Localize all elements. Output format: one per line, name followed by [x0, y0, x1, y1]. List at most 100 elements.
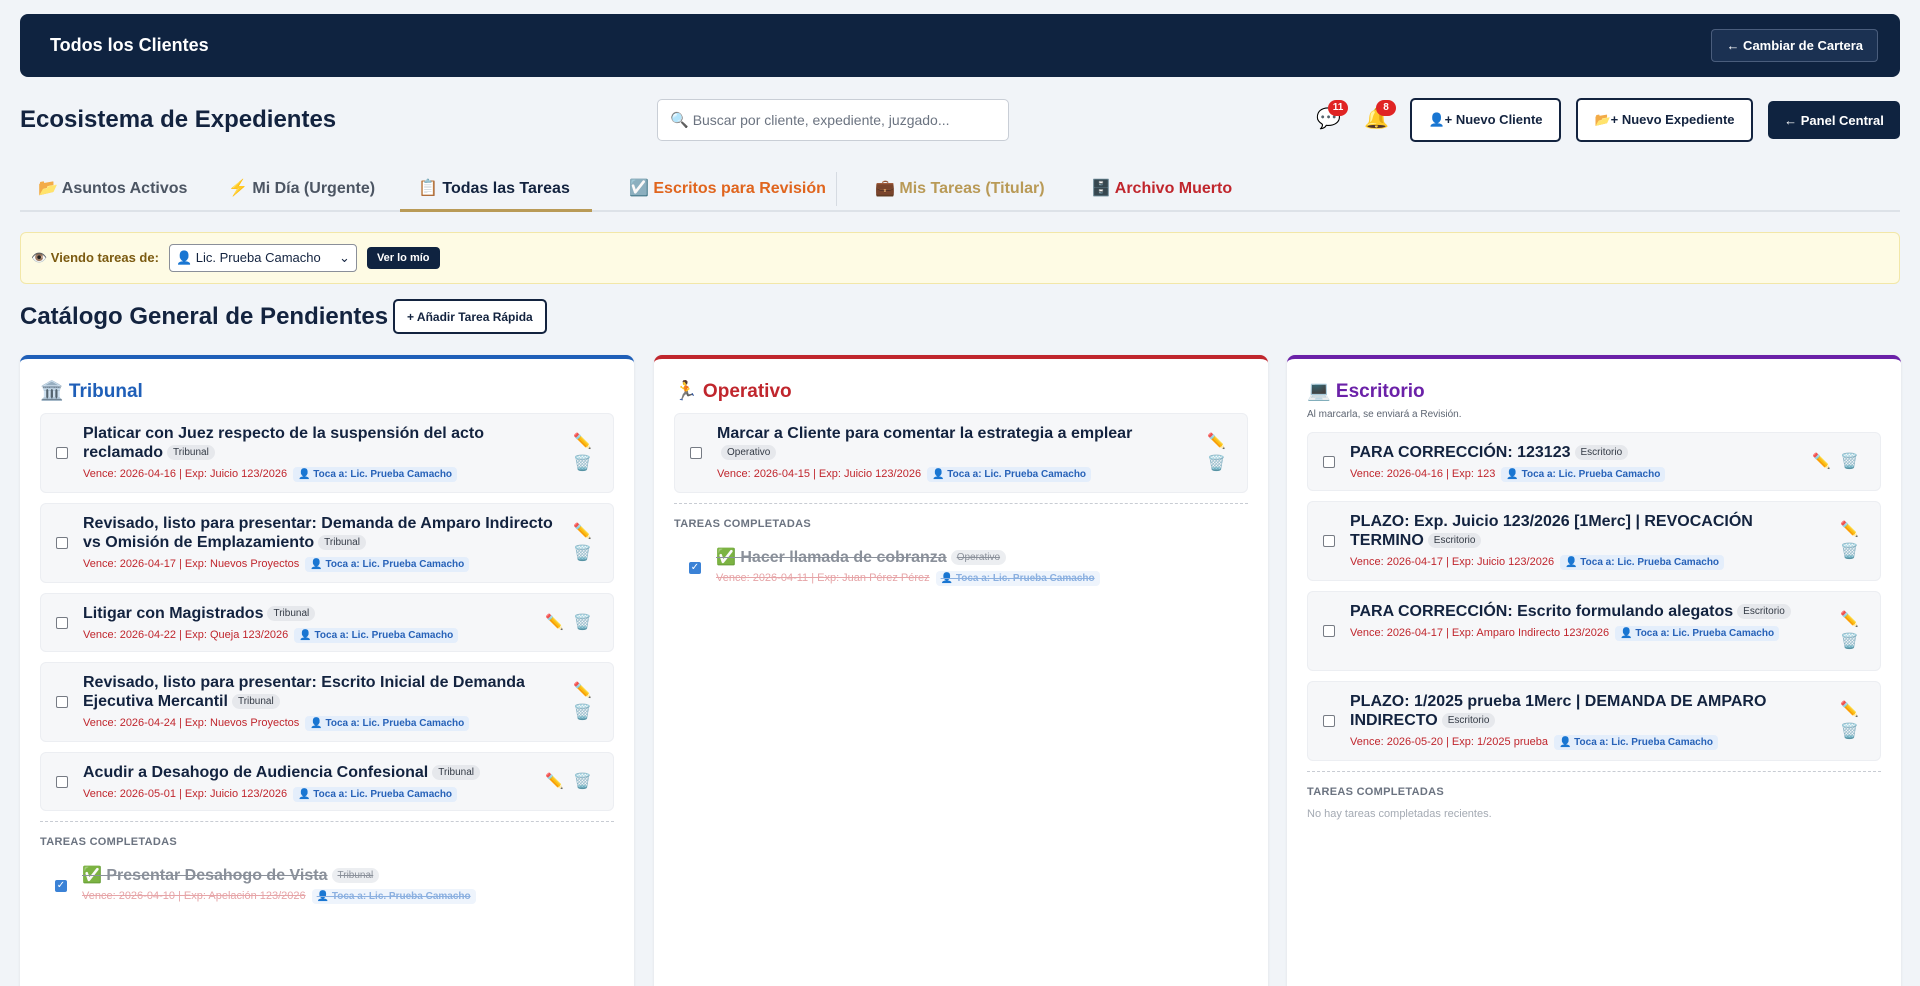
pencil-icon[interactable]: ✏️ [545, 614, 564, 632]
pencil-icon[interactable]: ✏️ [573, 433, 592, 451]
task-checkbox[interactable] [1323, 535, 1335, 547]
task-meta: Vence: 2026-04-17 | Exp: Amparo Indirect… [1350, 625, 1820, 641]
assignee-badge: 👤 Toca a: Lic. Prueba Camacho [935, 571, 1100, 586]
trash-icon[interactable]: 🗑️ [1840, 723, 1859, 741]
tab-all-tasks[interactable]: 📋 Todas las Tareas [400, 166, 592, 212]
task-checkbox[interactable] [1323, 625, 1335, 637]
task-tag: Escritorio [1427, 533, 1482, 549]
pencil-icon[interactable]: ✏️ [1207, 433, 1226, 451]
completed-task: ✓ ✅ Presentar Desahogo de Vista Tribunal … [40, 866, 614, 906]
assignee-badge: 👤 Toca a: Lic. Prueba Camacho [305, 557, 470, 572]
completed-header: TAREAS COMPLETADAS [40, 836, 177, 848]
trash-icon[interactable]: 🗑️ [573, 545, 592, 563]
tab-dead-archive[interactable]: 🗄️ Archivo Muerto [1073, 166, 1250, 210]
trash-icon[interactable]: 🗑️ [573, 773, 592, 791]
central-panel-button[interactable]: ← Panel Central [1768, 101, 1900, 139]
task-title: PLAZO: 1/2025 prueba 1Merc | DEMANDA DE … [1350, 693, 1767, 729]
trash-icon[interactable]: 🗑️ [573, 614, 592, 632]
completed-task-title: ✅ Presentar Desahogo de Vista Tribunal [82, 866, 614, 885]
trash-icon[interactable]: 🗑️ [1840, 543, 1859, 561]
pencil-icon[interactable]: ✏️ [545, 773, 564, 791]
task-checkbox[interactable] [56, 447, 68, 459]
new-file-button[interactable]: 📂+ Nuevo Expediente [1576, 98, 1753, 142]
new-client-button[interactable]: 👤+ Nuevo Cliente [1410, 98, 1561, 142]
task-actions: ✏️ 🗑️ [573, 682, 592, 722]
tab-bar: 📂 Asuntos Activos ⚡ Mi Día (Urgente) 📋 T… [20, 166, 1900, 212]
task-title: Revisado, listo para presentar: Escrito … [83, 674, 525, 710]
pencil-icon[interactable]: ✏️ [573, 523, 592, 541]
tab-my-day[interactable]: ⚡ Mi Día (Urgente) [210, 166, 393, 210]
task-tag: Escritorio [1441, 713, 1496, 729]
pencil-icon[interactable]: ✏️ [1840, 521, 1859, 539]
divider [1307, 771, 1881, 772]
tab-separator [836, 172, 837, 206]
task-meta: Vence: 2026-04-22 | Exp: Queja 123/2026 👤… [83, 627, 553, 643]
task-actions: ✏️ 🗑️ [573, 433, 592, 473]
column-title-operativo: 🏃 Operativo [674, 381, 792, 402]
task-title: Litigar con Magistrados Tribunal [83, 604, 553, 623]
tab-review-writs[interactable]: ☑️ Escritos para Revisión [611, 166, 844, 210]
tab-active-matters[interactable]: 📂 Asuntos Activos [20, 166, 205, 210]
task-card: PLAZO: Exp. Juicio 123/2026 [1Merc] | RE… [1307, 501, 1881, 581]
messages-button[interactable]: 💬 11 [1316, 100, 1348, 136]
completed-header: TAREAS COMPLETADAS [1307, 786, 1444, 798]
task-card: Revisado, listo para presentar: Escrito … [40, 662, 614, 742]
notifications-button[interactable]: 🔔 8 [1364, 100, 1396, 136]
view-mine-button[interactable]: Ver lo mío [366, 247, 440, 269]
assignee-badge: 👤 Toca a: Lic. Prueba Camacho [1615, 626, 1780, 641]
task-tag: Operativo [721, 445, 777, 461]
tab-my-tasks[interactable]: 💼 Mis Tareas (Titular) [857, 166, 1063, 210]
checked-checkbox[interactable]: ✓ [689, 562, 701, 574]
user-select[interactable]: 👤 Lic. Prueba Camacho ⌄ [168, 244, 357, 272]
pencil-icon[interactable]: ✏️ [573, 682, 592, 700]
portfolio-title: Todos los Clientes [50, 35, 209, 55]
task-checkbox[interactable] [56, 775, 68, 788]
task-actions: ✏️ 🗑️ [545, 773, 592, 791]
trash-icon[interactable]: 🗑️ [1840, 453, 1859, 471]
search-input[interactable] [692, 112, 993, 128]
pencil-icon[interactable]: ✏️ [1812, 453, 1831, 471]
task-card: Litigar con Magistrados Tribunal Vence: 2… [40, 593, 614, 652]
task-checkbox[interactable] [690, 447, 702, 459]
task-title: Acudir a Desahogo de Audiencia Confesion… [83, 763, 553, 782]
quick-add-task-button[interactable]: + Añadir Tarea Rápida [393, 299, 547, 334]
trash-icon[interactable]: 🗑️ [573, 704, 592, 722]
search-icon: 🔍 [670, 112, 689, 129]
task-card: PARA CORRECCIÓN: 123123 Escritorio Vence:… [1307, 432, 1881, 491]
pencil-icon[interactable]: ✏️ [1840, 611, 1859, 629]
task-card: Acudir a Desahogo de Audiencia Confesion… [40, 752, 614, 811]
divider [674, 503, 1248, 504]
column-title-tribunal: 🏛️ Tribunal [40, 381, 143, 402]
search-box[interactable]: 🔍 [657, 99, 1009, 141]
task-title: PLAZO: Exp. Juicio 123/2026 [1Merc] | RE… [1350, 513, 1753, 549]
trash-icon[interactable]: 🗑️ [1840, 633, 1859, 651]
trash-icon[interactable]: 🗑️ [573, 455, 592, 473]
task-title: PARA CORRECCIÓN: Escrito formulando aleg… [1350, 602, 1820, 621]
task-actions: ✏️ 🗑️ [1812, 453, 1859, 471]
column-operativo: 🏃 Operativo Marcar a Cliente para coment… [654, 355, 1268, 986]
completed-header: TAREAS COMPLETADAS [674, 518, 811, 530]
task-card: Marcar a Cliente para comentar la estrat… [674, 413, 1248, 493]
task-checkbox[interactable] [1323, 455, 1335, 468]
assignee-badge: 👤 Toca a: Lic. Prueba Camacho [311, 889, 476, 904]
task-checkbox[interactable] [56, 696, 68, 708]
checked-checkbox[interactable]: ✓ [55, 880, 67, 892]
pencil-icon[interactable]: ✏️ [1840, 701, 1859, 719]
assignee-badge: 👤 Toca a: Lic. Prueba Camacho [927, 467, 1092, 482]
empty-completed-message: No hay tareas completadas recientes. [1307, 808, 1492, 820]
change-portfolio-button[interactable]: ← Cambiar de Cartera [1711, 29, 1878, 62]
column-escritorio: 💻 Escritorio Al marcarla, se enviará a R… [1287, 355, 1901, 986]
assignee-badge: 👤 Toca a: Lic. Prueba Camacho [305, 716, 470, 731]
task-checkbox[interactable] [56, 616, 68, 629]
task-checkbox[interactable] [1323, 715, 1335, 727]
user-select-value: 👤 Lic. Prueba Camacho [175, 250, 321, 265]
assignee-badge: 👤 Toca a: Lic. Prueba Camacho [1553, 735, 1718, 750]
trash-icon[interactable]: 🗑️ [1207, 455, 1226, 473]
task-tag: Tribunal [231, 694, 280, 710]
page-title: Ecosistema de Expedientes [20, 106, 337, 133]
task-tag: Tribunal [267, 606, 316, 622]
task-checkbox[interactable] [56, 537, 68, 549]
filter-bar: 👁️ Viendo tareas de: 👤 Lic. Prueba Camac… [20, 232, 1900, 284]
task-actions: ✏️ 🗑️ [573, 523, 592, 563]
task-tag: Escritorio [1737, 604, 1791, 620]
